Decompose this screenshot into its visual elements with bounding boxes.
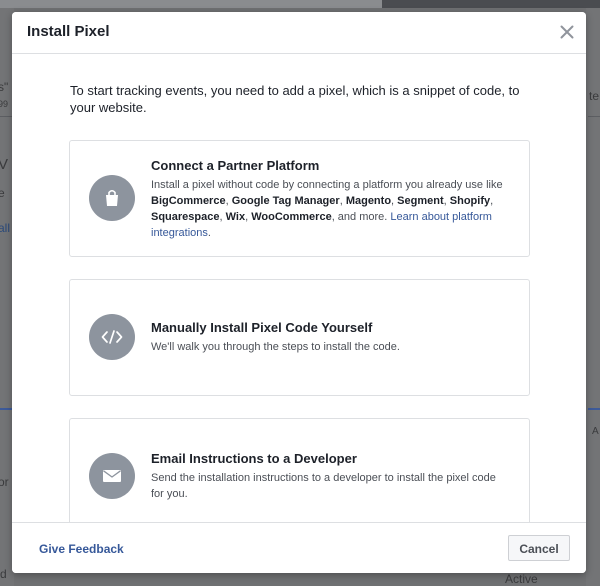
background-text: e <box>0 186 5 200</box>
background-text: A <box>592 426 599 437</box>
dialog-header: Install Pixel <box>12 12 586 54</box>
dialog-footer: Give Feedback Cancel <box>12 522 586 573</box>
option-description-text: , and more. <box>331 211 391 223</box>
background-text: s" <box>0 80 9 94</box>
platform-name: WooCommerce <box>251 211 332 223</box>
option-title: Email Instructions to a Developer <box>151 451 357 466</box>
option-description-text: Install a pixel without code by connecti… <box>151 179 503 191</box>
background-top-bar <box>0 0 600 8</box>
option-description: Install a pixel without code by connecti… <box>151 177 519 241</box>
platform-name: Shopify <box>449 195 491 207</box>
background-text: d <box>0 567 7 581</box>
option-description-text: . <box>207 227 211 239</box>
option-description: Send the installation instructions to a … <box>151 472 496 500</box>
option-title: Manually Install Pixel Code Yourself <box>151 320 373 335</box>
background-divider <box>0 408 12 410</box>
option-description: We'll walk you through the steps to inst… <box>151 341 400 353</box>
background-text: 99 <box>0 99 9 109</box>
background-text: te <box>589 89 600 103</box>
shopping-bag-icon <box>106 189 118 206</box>
option-manually-install-code[interactable]: Manually Install Pixel Code Yourself We'… <box>69 279 530 396</box>
background-text: V <box>0 156 9 173</box>
give-feedback-link[interactable]: Give Feedback <box>39 542 124 556</box>
background-divider <box>0 116 12 117</box>
cancel-button[interactable]: Cancel <box>508 535 570 561</box>
platform-name: Google Tag Manager <box>231 195 340 207</box>
option-icon-circle <box>89 314 135 360</box>
option-icon-circle <box>89 175 135 221</box>
separator: , <box>490 195 494 207</box>
dialog-body: To start tracking events, you need to ad… <box>12 54 586 522</box>
platform-name: Segment <box>397 195 444 207</box>
background-text: Active <box>505 572 538 586</box>
code-icon <box>101 330 123 344</box>
dialog-title: Install Pixel <box>27 23 110 40</box>
install-pixel-dialog: Install Pixel To start tracking events, … <box>12 12 586 573</box>
option-email-developer[interactable]: Email Instructions to a Developer Send t… <box>69 418 530 522</box>
close-icon <box>560 25 574 39</box>
close-button[interactable] <box>557 22 577 42</box>
intro-text: To start tracking events, you need to ad… <box>70 83 520 115</box>
platform-name: Squarespace <box>151 211 220 223</box>
option-icon-circle <box>89 453 135 499</box>
platform-name: BigCommerce <box>151 195 226 207</box>
background-divider <box>588 116 600 117</box>
background-text: or <box>0 475 9 489</box>
platform-name: Wix <box>225 211 246 223</box>
background-text: all <box>0 221 11 235</box>
option-connect-partner-platform[interactable]: Connect a Partner Platform Install a pix… <box>69 140 530 257</box>
envelope-icon <box>103 470 121 482</box>
option-title: Connect a Partner Platform <box>151 158 320 173</box>
background-divider <box>588 408 600 410</box>
platform-name: Magento <box>345 195 392 207</box>
